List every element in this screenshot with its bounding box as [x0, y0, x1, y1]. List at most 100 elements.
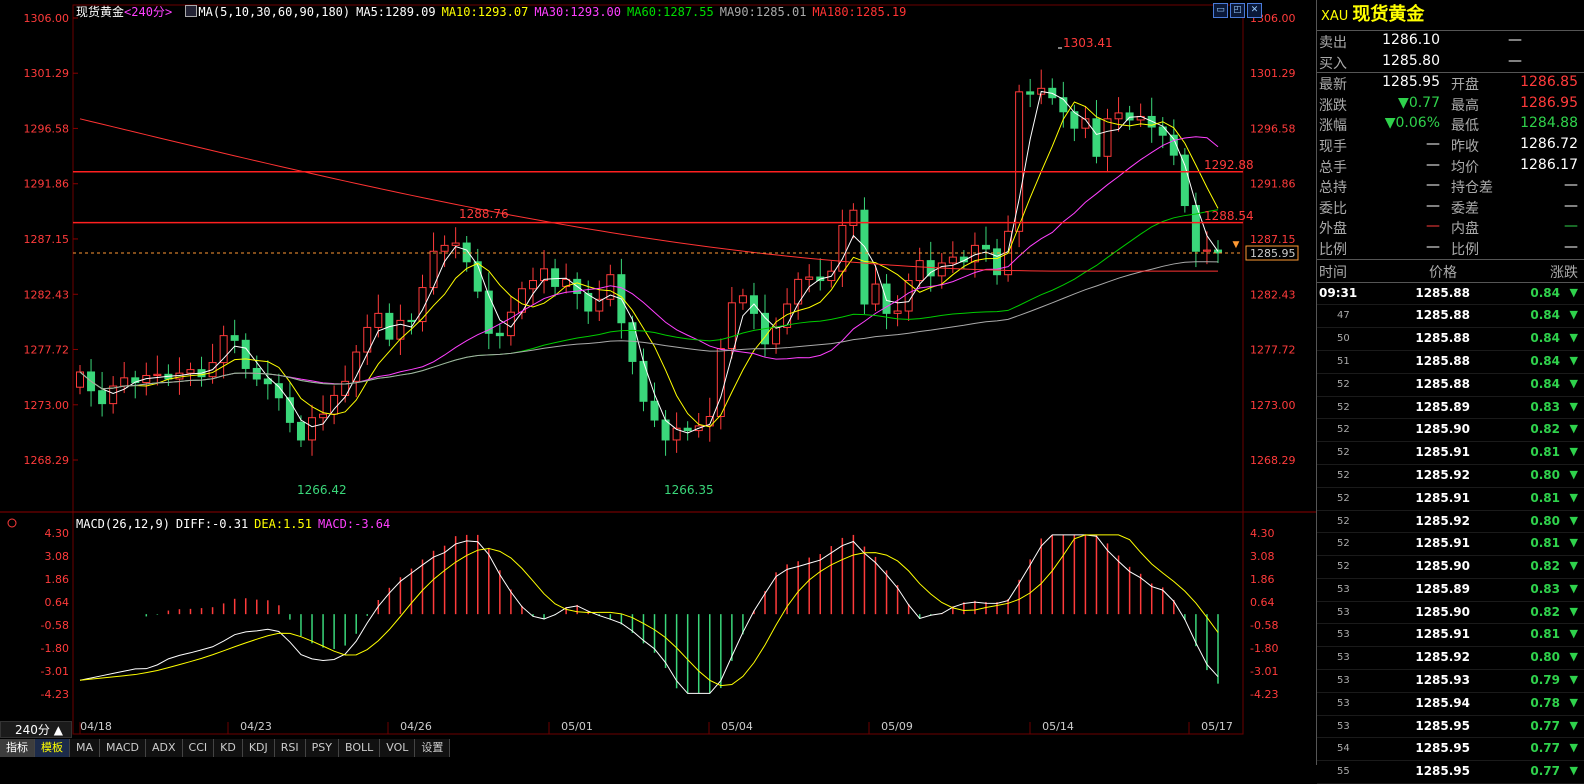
candle-body: [1202, 249, 1211, 252]
quote-row: 总持 — 持仓差 —: [1317, 176, 1584, 197]
ma60-line: [79, 209, 1219, 390]
close-icon[interactable]: ✕: [1247, 3, 1262, 18]
indicator-tab[interactable]: MACD: [100, 739, 146, 757]
tick-change: 0.80: [1530, 467, 1560, 482]
tick-time: 52: [1337, 469, 1350, 481]
quote-value: —: [1564, 197, 1578, 214]
tick-row: 52 1285.88 0.84 ▼: [1317, 374, 1584, 397]
tick-time: 52: [1337, 401, 1350, 413]
candle-body: [871, 283, 880, 305]
indicator-tab[interactable]: VOL: [380, 739, 416, 757]
tick-change: 0.82: [1530, 604, 1560, 619]
macd-tick-right: 4.30: [1250, 527, 1275, 540]
tick-price: 1285.90: [1415, 604, 1470, 619]
tick-price: 1285.92: [1415, 650, 1470, 665]
tick-change: 0.80: [1530, 513, 1560, 528]
line-annotation-2: 1288.54: [1204, 209, 1254, 223]
quote-value: —: [1426, 197, 1440, 214]
indicator-tab[interactable]: BOLL: [338, 739, 381, 757]
tick-price: 1285.88: [1415, 376, 1470, 391]
candle-body: [1180, 154, 1189, 207]
indicator-tab[interactable]: PSY: [305, 739, 339, 757]
down-arrow-icon: ▼: [1569, 376, 1578, 390]
tick-price: 1285.95: [1415, 764, 1470, 779]
kline-chart-area[interactable]: 1306.00 1306.00 1301.29 1301.29 1296.58 1296.…: [0, 0, 1316, 765]
tick-time: 53: [1337, 697, 1350, 709]
indicator-tab[interactable]: 指标: [0, 739, 35, 757]
tick-price: 1285.94: [1415, 695, 1470, 710]
indicator-tab[interactable]: 设置: [415, 739, 451, 757]
ma-icon[interactable]: [185, 5, 198, 17]
target-icon: [7, 518, 17, 528]
down-arrow-icon: ▼: [1569, 422, 1578, 436]
candle-body: [1114, 112, 1123, 120]
tick-time: 53: [1337, 629, 1350, 641]
sell-row: 卖出 1286.10 —: [1317, 31, 1584, 52]
sell-price: 1286.10: [1382, 32, 1440, 48]
indicator-tab[interactable]: KD: [214, 739, 243, 757]
last-price-tag-text: 1285.95: [1250, 247, 1296, 260]
quote-row: 涨跌 ▼0.77 最高 1286.95: [1317, 94, 1584, 115]
quote-value: ▼0.77: [1398, 94, 1440, 111]
quote-label: 总手: [1319, 159, 1347, 176]
indicator-tab[interactable]: 模板: [35, 739, 70, 757]
quote-value: 1286.72: [1520, 135, 1578, 152]
macd-tick-left: 1.86: [45, 573, 70, 586]
down-arrow-icon: ▼: [1569, 604, 1578, 618]
down-arrow-icon: ▼: [1569, 650, 1578, 664]
candle-body: [484, 290, 493, 334]
tick-change: 0.84: [1530, 353, 1560, 368]
quote-label: 开盘: [1451, 77, 1479, 94]
tick-change: 0.81: [1530, 445, 1560, 460]
kline-chart-canvas[interactable]: 1306.00 1306.001301.29 1301.291296.58 1296.…: [0, 0, 1316, 740]
maximize-icon[interactable]: ◰: [1230, 3, 1245, 18]
candle-body: [716, 348, 725, 418]
indicator-tab[interactable]: ADX: [146, 739, 183, 757]
macd-tick-left: -4.23: [41, 688, 69, 701]
tick-time: 53: [1337, 675, 1350, 687]
tick-row: 53 1285.90 0.82 ▼: [1317, 602, 1584, 625]
tick-change: 0.84: [1530, 331, 1560, 346]
tick-price: 1285.92: [1415, 467, 1470, 482]
tick-time: 47: [1337, 310, 1350, 322]
tick-price: 1285.88: [1415, 331, 1470, 346]
quote-label: 最低: [1451, 118, 1479, 135]
restore-icon[interactable]: ▭: [1213, 3, 1228, 18]
quote-grid: 最新 1285.95 开盘 1286.85 涨跌 ▼0.77 最高 1286.95 涨幅 ▼0.0…: [1317, 73, 1584, 258]
ma5-value: MA5:1289.09: [356, 5, 436, 19]
tick-row: 52 1285.90 0.82 ▼: [1317, 419, 1584, 443]
quote-row: 总手 — 均价 1286.17: [1317, 156, 1584, 177]
tick-row: 51 1285.88 0.84 ▼: [1317, 351, 1584, 374]
quote-label: 外盘: [1319, 221, 1347, 238]
quote-row: 涨幅 ▼0.06% 最低 1284.88: [1317, 114, 1584, 135]
candle-body: [838, 224, 847, 272]
macd-tick-left: -3.01: [41, 665, 69, 678]
tick-price: 1285.88: [1415, 308, 1470, 323]
indicator-tab[interactable]: MA: [70, 739, 101, 757]
macd-tick-right: 1.86: [1250, 573, 1275, 586]
instrument-name: 现货黄金: [76, 5, 125, 19]
quote-row: 委比 — 委差 —: [1317, 197, 1584, 218]
tick-time: 52: [1337, 447, 1350, 459]
quote-row: 最新 1285.95 开盘 1286.85: [1317, 73, 1584, 94]
indicator-tab[interactable]: KDJ: [242, 739, 275, 757]
indicator-tabs: 指标 模板 MA MACD ADX CCI KD KDJ RSI PSY BOLL VOL 设置: [0, 739, 451, 757]
macd-dea-line: [79, 534, 1219, 687]
ticks-list[interactable]: 09:31 1285.88 0.84 ▼ 47 1285.88 0.84 ▼ 50 1285.88…: [1317, 283, 1584, 784]
macd-tick-right: -3.01: [1250, 665, 1278, 678]
tick-row: 52 1285.90 0.82 ▼: [1317, 556, 1584, 579]
tick-price: 1285.93: [1415, 673, 1470, 688]
candle-body: [738, 295, 747, 304]
buy-price: 1285.80: [1382, 52, 1440, 69]
indicator-tab[interactable]: RSI: [274, 739, 306, 757]
tick-row: 50 1285.88 0.84 ▼: [1317, 328, 1584, 351]
tick-time: 52: [1337, 492, 1350, 504]
tick-time: 53: [1337, 652, 1350, 664]
tick-time: 50: [1337, 333, 1350, 345]
candle-body: [772, 326, 781, 345]
indicator-tab[interactable]: CCI: [182, 739, 215, 757]
tick-time: 53: [1337, 583, 1350, 595]
period-button[interactable]: 240分 ▲: [0, 721, 72, 738]
down-arrow-icon: ▼: [1569, 718, 1578, 732]
panel-title: XAU 现货黄金: [1317, 0, 1584, 31]
